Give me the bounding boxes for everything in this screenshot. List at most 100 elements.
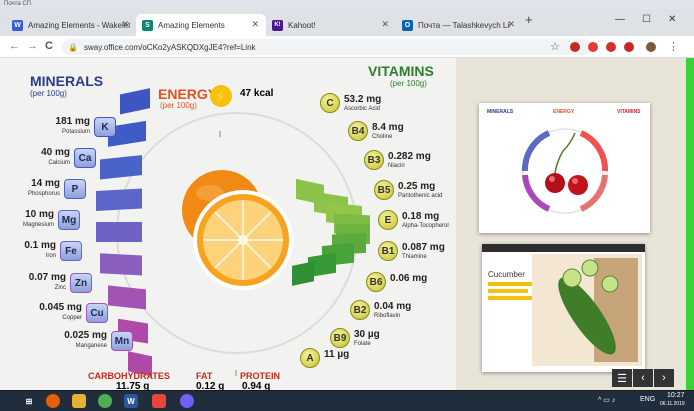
cucumber-photo — [532, 254, 642, 366]
url-text: sway.office.com/oCKo2yASKQDXgJE4?ref=Lin… — [83, 42, 256, 52]
thumb-minerals-title: MINERALS — [487, 109, 514, 115]
extension-icon[interactable] — [624, 42, 634, 52]
navigation-menu-icon[interactable]: ☰ — [612, 369, 632, 387]
mineral-symbol-badge: Fe — [60, 241, 82, 261]
vitamin-value: 11 µg — [324, 349, 350, 360]
vitamin-name: Choline — [372, 134, 393, 140]
clock-date[interactable]: 06.11.2019 — [660, 401, 685, 407]
vitamin-symbol-badge: B6 — [366, 272, 386, 292]
mineral-symbol-badge: K — [94, 117, 116, 137]
vitamin-value: 30 µg — [354, 329, 380, 340]
vitamin-symbol-badge: A — [300, 348, 320, 368]
tab-wakelet[interactable]: W Amazing Elements - Wakelet ✕ — [6, 14, 136, 36]
tab-sway[interactable]: S Amazing Elements ✕ — [136, 14, 266, 36]
close-icon[interactable]: ✕ — [381, 19, 389, 30]
highlight-bar — [488, 282, 536, 286]
close-icon[interactable]: ✕ — [121, 19, 129, 30]
tab-kahoot[interactable]: K! Kahoot! ✕ — [266, 14, 396, 36]
slide-thumbnail-cherry[interactable]: MINERALS ENERGY VITAMINS — [479, 103, 650, 233]
slide-thumbnail-cucumber[interactable]: Cucumber — [482, 244, 645, 372]
window-title: Почта СП — [4, 1, 31, 7]
extension-icon[interactable] — [606, 42, 616, 52]
mineral-name: Copper — [62, 315, 82, 321]
language-indicator[interactable]: ENG — [640, 396, 655, 403]
minerals-subtitle: (per 100g) — [30, 89, 67, 98]
vitamin-value: 0.06 mg — [390, 273, 428, 284]
lightning-icon: ⚡ — [210, 85, 232, 107]
back-button[interactable]: ← — [9, 40, 20, 52]
mineral-name: Iron — [45, 253, 56, 259]
mineral-name: Potassium — [61, 129, 90, 135]
next-slide-button[interactable]: › — [654, 369, 674, 387]
close-icon[interactable]: ✕ — [251, 19, 259, 30]
vitamin-name: Pantothenic acid — [398, 193, 443, 199]
highlight-bar — [488, 289, 528, 293]
mineral-value: 10 mg — [25, 209, 54, 220]
mineral-value: 40 mg — [41, 147, 70, 158]
green-edge — [686, 58, 694, 390]
thumb-cucumber-title: Cucumber — [488, 270, 525, 279]
new-tab-button[interactable]: + — [525, 12, 533, 27]
vitamin-value: 53.2 mg — [344, 94, 382, 105]
maximize-button[interactable]: ☐ — [642, 14, 651, 25]
reload-button[interactable]: C — [45, 40, 53, 52]
app-icon[interactable] — [152, 394, 166, 408]
protein-label: PROTEIN — [240, 371, 281, 381]
tray-icons[interactable]: ^ ▭ ♪ — [598, 396, 615, 404]
tab-outlook[interactable]: O Почта — Talashkevych Liudmyla ✕ — [396, 14, 522, 36]
lock-icon: 🔒 — [68, 42, 78, 52]
vitamin-arc-bar — [292, 261, 314, 286]
file-explorer-icon[interactable] — [72, 394, 86, 408]
vitamin-name: Riboflavin — [374, 313, 401, 319]
mineral-arc-bar — [100, 253, 142, 276]
close-window-button[interactable]: ✕ — [668, 14, 676, 25]
wakelet-icon: W — [12, 19, 23, 31]
bookmark-star-icon[interactable]: ☆ — [550, 40, 560, 53]
clock-time[interactable]: 10:27 — [667, 392, 685, 399]
mineral-symbol-badge: Mn — [111, 331, 133, 351]
vitamin-symbol-badge: E — [378, 210, 398, 230]
vitamins-subtitle: (per 100g) — [390, 79, 427, 88]
mineral-symbol-badge: Mg — [58, 210, 80, 230]
firefox-icon[interactable] — [46, 394, 60, 408]
mineral-name: Calcium — [48, 160, 70, 166]
extension-icon[interactable] — [570, 42, 580, 52]
extension-icon[interactable] — [588, 42, 598, 52]
vitamin-symbol-badge: B9 — [330, 328, 350, 348]
cherry-infographic — [521, 128, 609, 214]
previous-slide-button[interactable]: ‹ — [633, 369, 653, 387]
outlook-icon: O — [402, 19, 413, 31]
menu-icon[interactable]: ⋮ — [668, 40, 679, 53]
mineral-value: 181 mg — [55, 116, 90, 127]
mineral-arc-bar — [96, 188, 142, 211]
energy-subtitle: (per 100g) — [160, 101, 197, 110]
mineral-symbol-badge: P — [64, 179, 86, 199]
mineral-name: Zinc — [54, 285, 66, 291]
minimize-button[interactable]: — — [615, 14, 625, 25]
protein-value: 0.94 g — [242, 381, 271, 390]
thumb-vitamins-title: VITAMINS — [617, 109, 641, 115]
mineral-value: 0.1 mg — [24, 240, 56, 251]
vitamin-value: 0.04 mg — [374, 301, 412, 312]
energy-value: 47 kcal — [240, 88, 274, 99]
forward-button[interactable]: → — [27, 40, 38, 52]
vitamin-value: 8.4 mg — [372, 122, 404, 133]
mineral-symbol-badge: Zn — [70, 273, 92, 293]
start-icon[interactable]: ⊞ — [22, 394, 36, 408]
profile-avatar[interactable] — [646, 42, 656, 52]
mineral-name: Manganese — [75, 343, 107, 349]
close-icon[interactable]: ✕ — [507, 19, 515, 30]
viber-icon[interactable] — [180, 394, 194, 408]
vitamin-name: Folate — [354, 341, 371, 347]
word-icon[interactable]: W — [124, 394, 138, 408]
tab-bar: W Amazing Elements - Wakelet ✕ S Amazing… — [0, 10, 694, 36]
energy-title: ENERGY — [158, 86, 218, 102]
url-input[interactable]: 🔒 sway.office.com/oCKo2yASKQDXgJE4?ref=L… — [62, 39, 592, 55]
sway-page: MINERALS (per 100g) ENERGY (per 100g) ⚡ … — [0, 58, 694, 390]
vitamin-symbol-badge: B2 — [350, 300, 370, 320]
kahoot-icon: K! — [272, 19, 283, 31]
vitamin-value: 0.087 mg — [402, 242, 445, 253]
mineral-name: Phosphorus — [27, 191, 60, 197]
chrome-icon[interactable] — [98, 394, 112, 408]
vitamin-value: 0.25 mg — [398, 181, 436, 192]
